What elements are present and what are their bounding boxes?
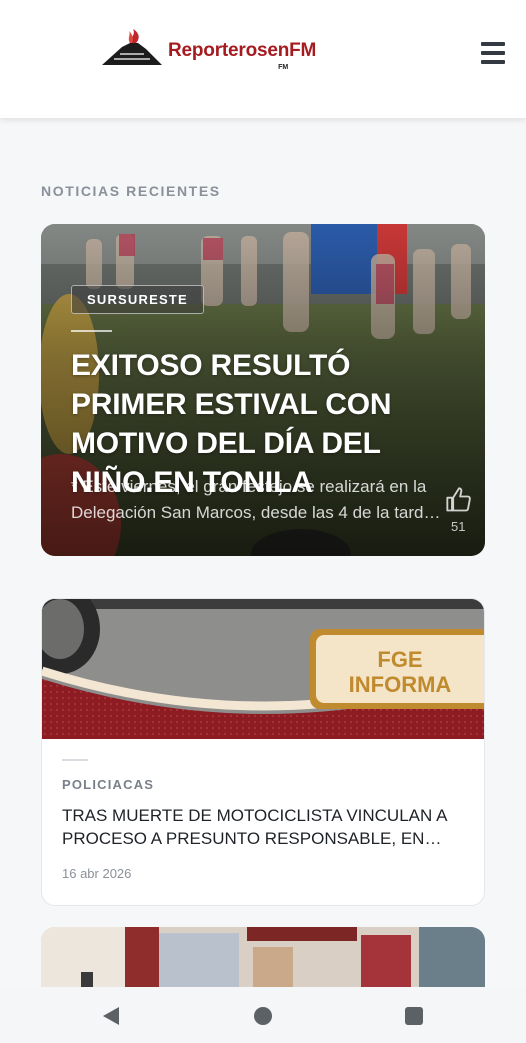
like-count: 51 <box>451 519 466 534</box>
menu-bar <box>481 42 505 46</box>
featured-category-chip[interactable]: SURSURESTE <box>71 285 204 314</box>
menu-bar <box>481 51 505 55</box>
hamburger-menu-icon[interactable] <box>481 42 505 64</box>
logo-wordmark: ReporterosenFM FM <box>168 40 317 71</box>
fge-image-text-line2: INFORMA <box>349 672 452 697</box>
recent-apps-square-icon[interactable] <box>403 1005 425 1027</box>
menu-bar <box>481 60 505 64</box>
section-title: NOTICIAS RECIENTES <box>41 183 221 199</box>
featured-news-card[interactable]: SURSURESTE EXITOSO RESULTÓ PRIMER ESTIVA… <box>41 224 485 556</box>
featured-divider <box>71 330 112 332</box>
site-logo[interactable]: ReporterosenFM FM <box>100 26 330 72</box>
card-date: 16 abr 2026 <box>62 866 132 881</box>
volcano-logo-icon <box>102 29 162 65</box>
fge-image-text-line1: FGE <box>377 647 422 672</box>
featured-excerpt: * Este viernes, el gran festejo se reali… <box>71 474 449 526</box>
fge-informa-image: FGE INFORMA <box>42 599 484 739</box>
card-divider <box>62 759 88 761</box>
featured-excerpt-line: Delegación San Marcos, desde las 4 de la… <box>71 503 441 522</box>
featured-excerpt-line: * Este viernes, el gran festejo se reali… <box>71 477 427 496</box>
home-circle-icon[interactable] <box>252 1005 274 1027</box>
system-navigation-bar <box>0 987 526 1043</box>
site-header: ReporterosenFM FM <box>0 0 526 118</box>
news-card[interactable]: FGE INFORMA POLICIACAS TRAS MUERTE DE MO… <box>41 598 485 906</box>
card-headline[interactable]: TRAS MUERTE DE MOTOCICLISTA VINCULAN A P… <box>62 804 462 850</box>
back-triangle-icon[interactable] <box>100 1005 122 1027</box>
card-category[interactable]: POLICIACAS <box>62 777 154 792</box>
logo-wordmark-text: ReporterosenFM <box>168 40 317 61</box>
logo-fm-subtext: FM <box>278 64 289 71</box>
thumbs-up-icon[interactable] <box>445 486 473 514</box>
